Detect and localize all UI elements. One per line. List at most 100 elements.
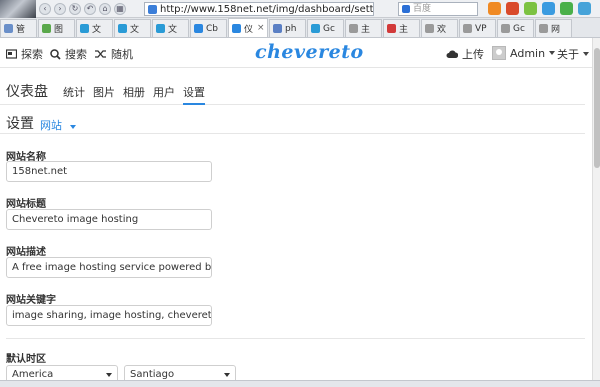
settings-header: 设置 网站 [0,110,585,134]
browser-tab[interactable]: 仪 × [228,18,268,37]
browser-tab-label: Gc [513,23,525,34]
avatar [492,46,506,60]
undo-icon[interactable]: ↶ [84,2,96,15]
tab-users[interactable]: 用户 [153,84,175,100]
extension-icon[interactable] [542,2,555,15]
favicon-icon [80,24,89,33]
page-scrollbar[interactable] [592,38,600,380]
chevron-down-icon [69,125,76,129]
url-text: http://www.158net.net/img/dashboard/sett… [160,3,374,15]
favicon-icon [4,24,13,33]
browser-tab[interactable]: 主 [383,19,420,37]
site-icon [148,4,157,14]
browser-tab[interactable]: 主 [345,19,382,37]
browser-search-placeholder: 百度 [413,4,432,14]
browser-tab-label: 管 [16,25,26,35]
favicon-icon [387,24,396,33]
section-divider [6,338,585,339]
browser-tab[interactable]: VP [459,19,496,37]
browser-tab-label: 文 [130,25,140,35]
extension-icon[interactable] [506,2,519,15]
favicon-icon [42,24,51,33]
browser-tab-label: ph [285,23,297,34]
settings-title: 设置 [6,116,34,132]
browser-tab-label: 图 [54,25,64,35]
user-menu[interactable]: Admin [492,46,556,60]
dashboard-nav: 仪表盘 统计 图片 相册 用户 设置 [0,78,585,105]
browser-tab-label: 主 [399,25,409,35]
tab-stats[interactable]: 统计 [63,84,85,100]
favicon-icon [501,24,510,33]
favicon-icon [311,24,320,33]
reload-icon[interactable]: ↻ [69,2,81,15]
extension-icon[interactable] [488,2,501,15]
explore-link[interactable]: 探索 [6,46,43,62]
site-keywords-input[interactable]: image sharing, image hosting, chevereto [6,305,212,326]
browser-tab[interactable]: 文 [76,19,113,37]
favicon-icon [463,24,472,33]
browser-tab[interactable]: Cb [190,19,227,37]
random-link[interactable]: 随机 [95,46,133,62]
favicon-icon [539,24,548,33]
browser-tab[interactable]: 欢 [421,19,458,37]
browser-tab[interactable]: 网 [535,19,572,37]
search-label: 搜索 [65,48,87,61]
url-input[interactable]: http://www.158net.net/img/dashboard/sett… [144,2,374,16]
site-name-input[interactable]: 158net.net [6,161,212,182]
timezone-city-value: Santiago [130,369,175,380]
site-description-input[interactable]: A free image hosting service powered by … [6,257,212,278]
page-title: 仪表盘 [6,84,48,100]
browser-tab[interactable]: 文 [152,19,189,37]
browser-tab-label: 欢 [437,25,447,35]
user-name: Admin [510,46,546,60]
favicon-icon [425,24,434,33]
site-keywords-label: 网站关键字 [6,295,56,306]
settings-section-dropdown[interactable]: 网站 [40,117,76,133]
browser-tab[interactable]: Gc [497,19,534,37]
close-icon[interactable]: × [257,23,265,33]
browser-tab-label: 网 [551,25,561,35]
extension-icon[interactable] [560,2,573,15]
tab-images[interactable]: 图片 [93,84,115,100]
settings-section-label: 网站 [40,119,62,132]
explore-icon [6,49,17,59]
browser-tab-label: 文 [168,25,178,35]
chevereto-logo[interactable]: chevereto [255,41,364,63]
browser-tab-label: 文 [92,25,102,35]
site-title-label: 网站标题 [6,199,46,210]
dropdown-arrow-icon [106,373,112,377]
upload-button[interactable]: 上传 [446,46,484,62]
browser-tab-label: 主 [361,25,371,35]
explore-label: 探索 [21,48,43,61]
browser-tab[interactable]: 图 [38,19,75,37]
tab-settings[interactable]: 设置 [183,84,205,105]
profile-thumbnail[interactable] [0,0,36,18]
favicon-icon [273,24,282,33]
apps-grid-icon[interactable]: ▦ [114,2,126,15]
back-icon[interactable]: ‹ [39,2,51,15]
timezone-label: 默认时区 [6,354,46,365]
browser-search-input[interactable]: 百度 [398,2,478,16]
app-header: 探索 搜索 随机 chevereto 上传 Admin 关于 [0,38,592,68]
browser-tab[interactable]: 管 [0,19,37,37]
chevron-down-icon [549,51,556,55]
home-icon[interactable]: ⌂ [99,2,111,15]
scrollbar-thumb[interactable] [594,48,600,168]
browser-tab[interactable]: ph [269,19,306,37]
browser-tab-label: 仪 [244,24,254,35]
browser-tab[interactable]: 文 [114,19,151,37]
upload-label: 上传 [462,48,484,61]
about-menu[interactable]: 关于 [557,46,589,62]
browser-tab-label: Cb [206,23,218,34]
favicon-icon [194,24,203,33]
browser-tab[interactable]: Gc [307,19,344,37]
extension-icon[interactable] [578,2,591,15]
tab-albums[interactable]: 相册 [123,84,145,100]
favicon-icon [349,24,358,33]
favicon-icon [232,23,241,33]
extension-icons [488,2,591,15]
search-link[interactable]: 搜索 [50,46,87,62]
forward-icon[interactable]: › [54,2,66,15]
extension-icon[interactable] [524,2,537,15]
site-title-input[interactable]: Chevereto image hosting [6,209,212,230]
